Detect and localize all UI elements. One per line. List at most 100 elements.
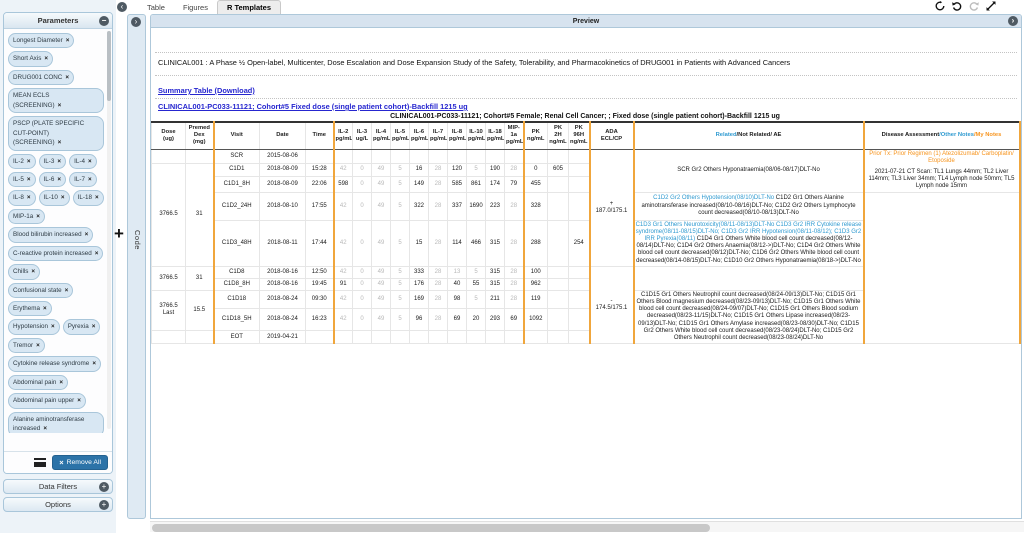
chip-remove-icon[interactable]: × [57,176,61,183]
chip-remove-icon[interactable]: × [27,176,31,183]
options-accordion[interactable]: Options + [3,497,113,512]
tab-figures[interactable]: Figures [174,1,217,14]
parameter-chip[interactable]: IL-3× [39,154,67,169]
parameter-chip[interactable]: Longest Diameter× [8,33,74,48]
parameters-header[interactable]: Parameters − [4,13,112,29]
chip-remove-icon[interactable]: × [51,323,55,330]
table-cell [548,266,569,278]
chip-remove-icon[interactable]: × [58,102,62,109]
chip-remove-icon[interactable]: × [36,342,40,349]
chip-remove-icon[interactable]: × [43,305,47,312]
chip-remove-icon[interactable]: × [66,37,70,44]
chip-remove-icon[interactable]: × [65,287,69,294]
chip-remove-icon[interactable]: × [85,231,89,238]
tab-table[interactable]: Table [138,1,174,14]
parameter-chip-label: IL-3 [44,158,55,165]
chip-remove-icon[interactable]: × [31,268,35,275]
chips-scrollbar-thumb[interactable] [107,31,111,101]
collapse-sidebar-icon[interactable]: ‹ [117,2,127,12]
parameter-chip[interactable]: IL-5× [8,172,36,187]
parameter-chip[interactable]: Blood bilirubin increased× [8,227,93,242]
chip-remove-icon[interactable]: × [95,250,99,257]
summary-table-download-link[interactable]: Summary Table (Download) [158,86,255,95]
expand-data-filters-icon[interactable]: + [99,482,109,492]
parameter-chip[interactable]: Cytokine release syndrome× [8,356,101,371]
table-cell: 16 [410,163,429,176]
parameter-chip[interactable]: DRUG001 CONC× [8,70,74,85]
parameter-chip[interactable]: IL-4× [69,154,97,169]
fullscreen-icon[interactable] [986,1,996,11]
remove-all-button[interactable]: × Remove All [52,455,108,470]
horizontal-scrollbar-thumb[interactable] [152,524,710,532]
chip-remove-icon[interactable]: × [77,397,81,404]
parameter-chip[interactable]: Abdominal pain upper× [8,393,86,408]
expand-preview-icon[interactable]: › [1008,16,1018,26]
table-cell [569,163,590,176]
add-panel-icon[interactable]: + [114,224,124,244]
parameter-chip[interactable]: IL-8× [8,190,36,205]
parameter-chip[interactable]: IL-10× [39,190,70,205]
parameter-chip-label: PSCP (PLATE SPECIFIC CUT-POINT) (SCREENI… [13,120,84,146]
table-header-cell: IL-6pg/mL [410,122,429,149]
chips-scrollbar[interactable] [107,31,111,429]
table-cell [524,149,548,163]
parameter-chip[interactable]: MEAN ECLS (SCREENING)× [8,88,104,113]
code-panel-collapsed[interactable]: › Code [127,14,146,519]
table-cell: 28 [429,163,448,176]
table-cell: 174 [486,176,505,192]
table-cell: 0 [353,266,372,278]
table-cell: 49 [372,308,391,330]
parameter-chip[interactable]: Alanine aminotransferase increased× [8,412,104,433]
chip-remove-icon[interactable]: × [95,194,99,201]
chip-remove-icon[interactable]: × [88,176,92,183]
ae-text-segment: C1D15 Gr1 Others Neutrophil count decrea… [637,292,861,341]
chip-remove-icon[interactable]: × [43,425,47,432]
chip-remove-icon[interactable]: × [61,194,65,201]
parameter-chip[interactable]: MIP-1a× [8,209,45,224]
table-header-cell: Date [260,122,306,149]
table-cell [864,192,1020,343]
sync-icon[interactable] [935,1,945,11]
parameter-chip[interactable]: Abdominal pain× [8,375,68,390]
undo-icon[interactable] [952,1,962,11]
data-filters-accordion[interactable]: Data Filters + [3,479,113,494]
parameter-chip[interactable]: Erythema× [8,301,52,316]
expand-code-icon[interactable]: › [131,17,141,27]
menu-icon[interactable] [34,458,46,467]
cohort-link[interactable]: CLINICAL001-PC033-11121; Cohort#5 Fixed … [158,102,468,111]
chip-remove-icon[interactable]: × [36,213,40,220]
chip-remove-icon[interactable]: × [59,379,63,386]
table-cell [486,149,505,163]
parameter-chip[interactable]: IL-7× [69,172,97,187]
chip-remove-icon[interactable]: × [57,158,61,165]
chip-remove-icon[interactable]: × [58,139,62,146]
chip-remove-icon[interactable]: × [27,158,31,165]
parameter-chip[interactable]: IL-2× [8,154,36,169]
expand-options-icon[interactable]: + [99,500,109,510]
parameter-chip[interactable]: Pyrexia× [63,319,101,334]
parameter-chip[interactable]: PSCP (PLATE SPECIFIC CUT-POINT) (SCREENI… [8,116,104,150]
parameter-chip[interactable]: Short Axis× [8,51,53,66]
chip-remove-icon[interactable]: × [92,360,96,367]
parameter-chip[interactable]: IL-18× [73,190,104,205]
chip-remove-icon[interactable]: × [88,158,92,165]
table-cell [569,192,590,220]
parameter-chip[interactable]: Hypotension× [8,319,60,334]
table-cell: 119 [524,290,548,308]
parameter-chip[interactable]: Confusional state× [8,283,73,298]
parameter-chip[interactable]: Tremor× [8,338,45,353]
redo-icon[interactable] [969,1,979,11]
tab-r-templates[interactable]: R Templates [217,0,281,14]
chip-remove-icon[interactable]: × [44,55,48,62]
chip-remove-icon[interactable]: × [27,194,31,201]
chip-remove-icon[interactable]: × [92,323,96,330]
table-cell: 16:23 [306,308,334,330]
parameter-chip[interactable]: C-reactive protein increased× [8,246,103,261]
parameter-chip[interactable]: IL-6× [39,172,67,187]
note-text-segment: 2021-07-21 CT Scan: TL1 Lungs 44mm; TL2 … [868,169,1014,189]
horizontal-scrollbar[interactable] [150,521,1024,532]
parameter-chip[interactable]: Chills× [8,264,40,279]
chip-remove-icon[interactable]: × [65,74,69,81]
table-cell: 42 [334,308,353,330]
collapse-parameters-icon[interactable]: − [99,16,109,26]
